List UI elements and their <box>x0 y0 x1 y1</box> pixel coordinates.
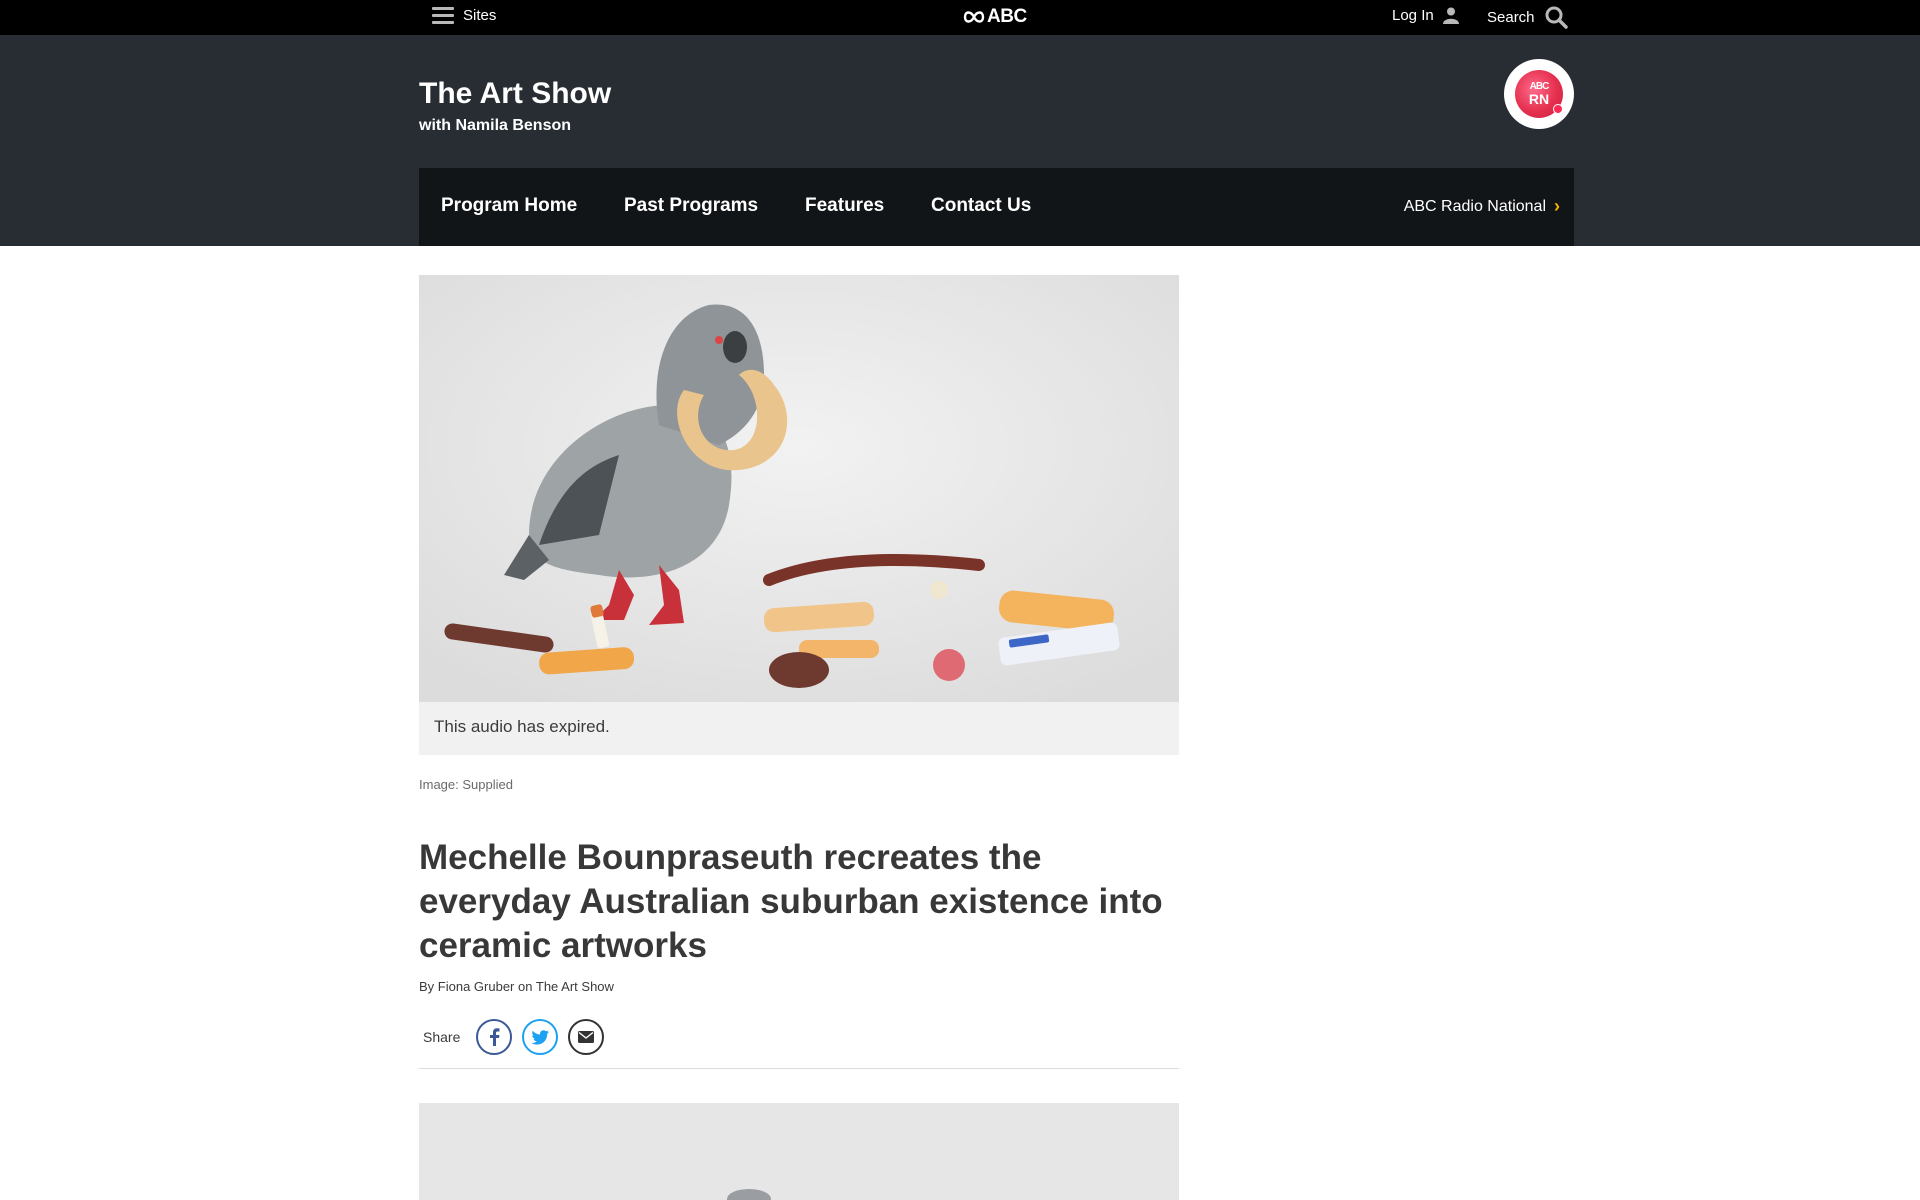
radio-national-logo[interactable]: ABC RN <box>1504 59 1574 129</box>
rn-dot-icon <box>1553 104 1563 114</box>
byline-on: on <box>518 979 533 994</box>
abc-brand-text: ABC <box>987 6 1027 27</box>
menu-item-features[interactable]: Features <box>805 195 884 217</box>
abc-lissajous-icon <box>963 11 985 23</box>
program-link[interactable]: The Art Show <box>536 979 614 994</box>
program-menu: Program Home Past Programs Features Cont… <box>419 168 1574 246</box>
share-twitter-button[interactable] <box>522 1019 559 1055</box>
sites-label: Sites <box>463 7 497 24</box>
menu-item-program-home[interactable]: Program Home <box>441 195 577 217</box>
share-label: Share <box>423 1029 461 1045</box>
login-label: Log In <box>1392 6 1434 24</box>
article-divider <box>419 1068 1179 1069</box>
byline-prefix: By <box>419 979 435 994</box>
chevron-right-icon: › <box>1554 196 1560 216</box>
share-facebook-button[interactable] <box>476 1019 513 1055</box>
author-link[interactable]: Fiona Gruber <box>438 979 515 994</box>
sites-menu-button[interactable]: Sites <box>432 7 496 24</box>
article-byline: By Fiona Gruber on The Art Show <box>419 979 614 994</box>
search-label: Search <box>1487 8 1535 26</box>
image-caption: Image: Supplied <box>419 777 513 792</box>
rn-badge: ABC RN <box>1515 70 1563 118</box>
menu-item-past-programs[interactable]: Past Programs <box>624 195 758 217</box>
rn-logo-text: RN <box>1528 90 1550 107</box>
search-button[interactable]: Search <box>1487 5 1568 29</box>
abc-radio-national-link[interactable]: ABC Radio National › <box>1404 196 1560 217</box>
share-row: Share <box>419 1019 614 1055</box>
share-email-button[interactable] <box>568 1019 605 1055</box>
network-link-label: ABC Radio National <box>1403 197 1546 215</box>
login-button[interactable]: Log In <box>1392 6 1460 24</box>
abc-logo[interactable]: ABC <box>963 6 1027 28</box>
user-icon <box>1442 7 1459 24</box>
rn-logo-abc-text: ABC <box>1529 80 1550 92</box>
audio-player-status: This audio has expired. <box>419 702 1179 755</box>
program-header: The Art Show with Namila Benson ABC RN P… <box>0 35 1920 246</box>
facebook-icon <box>490 1028 500 1046</box>
hero-image <box>419 275 1179 702</box>
twitter-icon <box>531 1029 550 1045</box>
ceramic-pigeon-illustration <box>419 275 1179 702</box>
email-icon <box>578 1031 595 1043</box>
global-nav-bar: Sites ABC Log In Search <box>0 0 1920 35</box>
article-body-image <box>419 1103 1179 1200</box>
global-nav-inner: Sites ABC Log In Search <box>419 0 1573 35</box>
ceramic-pigeon-photo-preview <box>419 1103 1179 1200</box>
search-icon <box>1545 6 1568 29</box>
program-subtitle: with Namila Benson <box>419 117 572 134</box>
hamburger-icon <box>432 7 454 24</box>
article-headline: Mechelle Bounpraseuth recreates the ever… <box>419 838 1163 965</box>
program-title[interactable]: The Art Show <box>419 77 611 111</box>
audio-expired-text: This audio has expired. <box>434 717 610 736</box>
menu-item-contact-us[interactable]: Contact Us <box>931 195 1031 217</box>
